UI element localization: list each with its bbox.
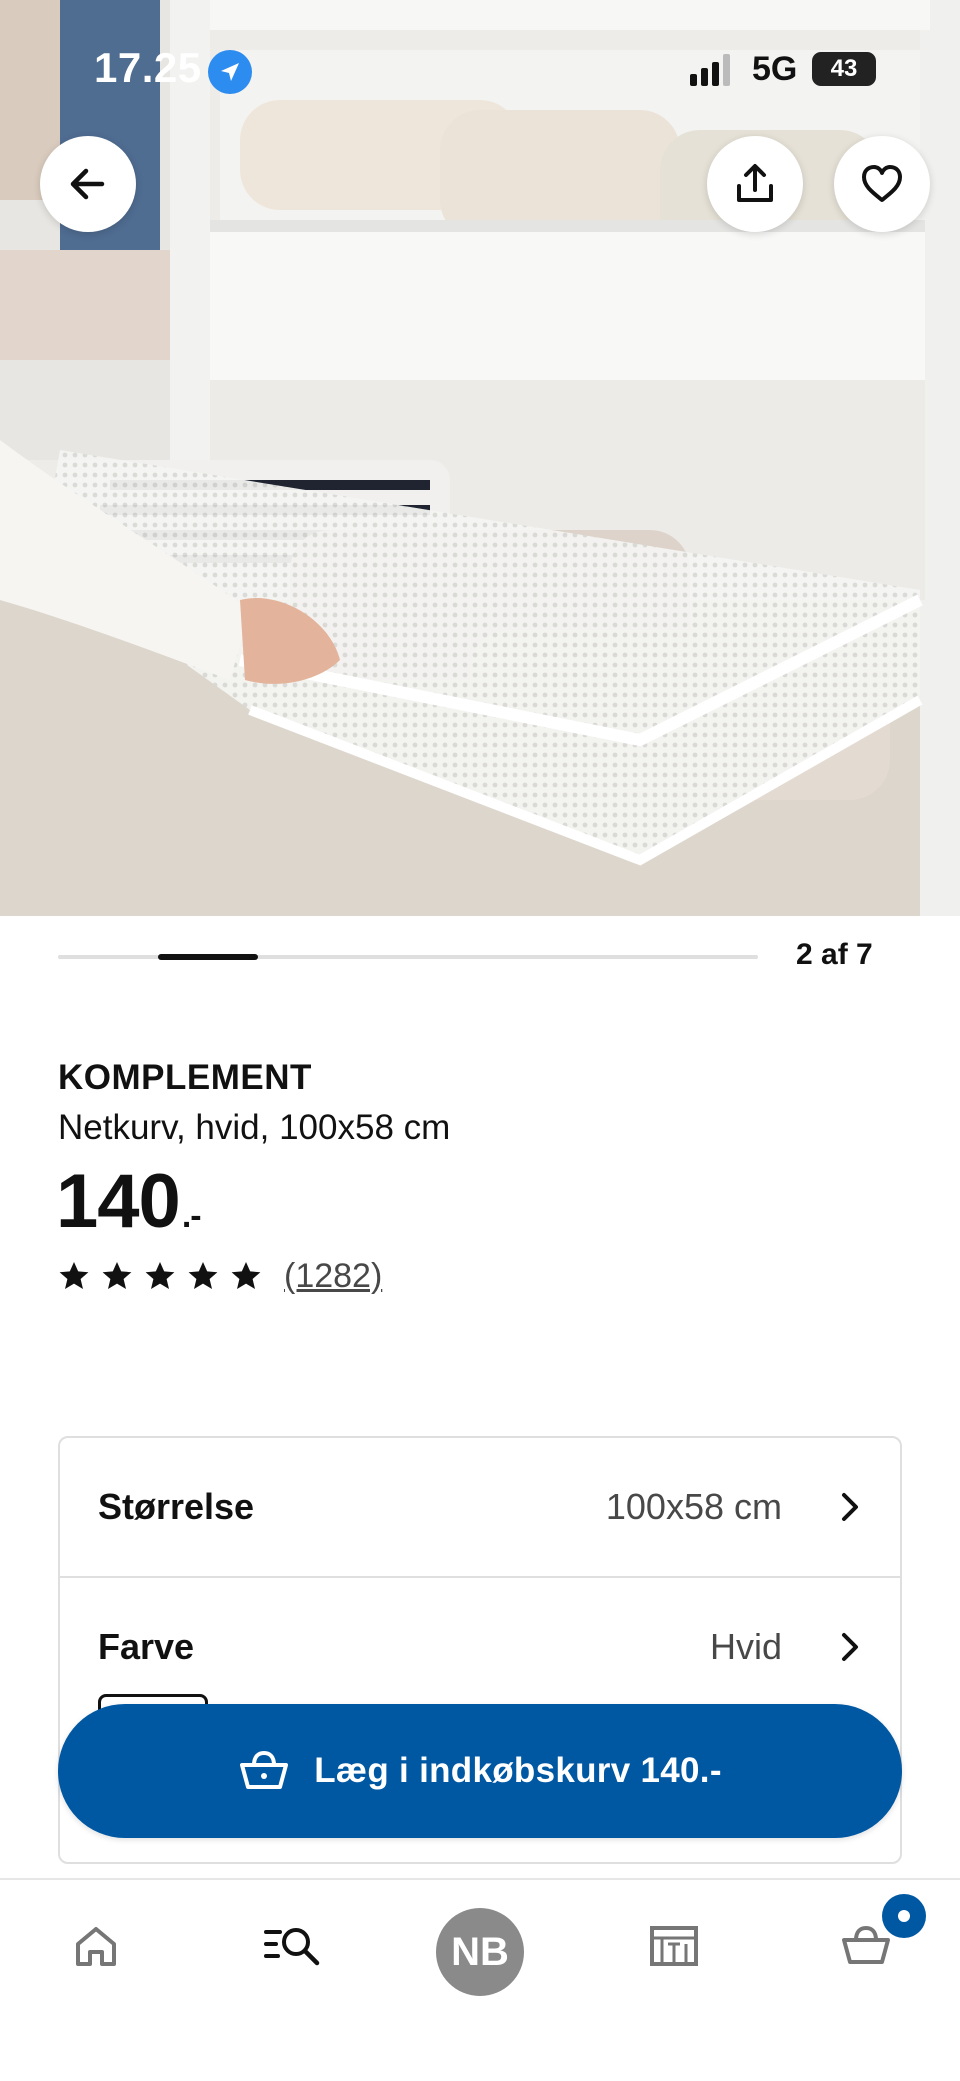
price-value: 140 <box>56 1159 181 1244</box>
cart-icon <box>842 1925 890 1964</box>
review-count-link[interactable]: (1282) <box>284 1257 382 1296</box>
carousel-counter: 2 af 7 <box>796 938 873 971</box>
battery-level: 43 <box>830 55 858 82</box>
chevron-right-icon <box>842 1633 858 1661</box>
bottom-navigation: NB <box>0 1878 960 2081</box>
carousel-progress-indicator <box>158 954 258 960</box>
heart-icon <box>862 165 902 202</box>
product-price: 140.- <box>56 1158 202 1245</box>
star-icon <box>145 1262 175 1289</box>
search-icon <box>264 1928 320 1966</box>
nav-profile[interactable]: NB <box>430 1906 530 1996</box>
nav-home[interactable] <box>46 1906 146 1996</box>
size-option-row[interactable]: Størrelse 100x58 cm <box>60 1438 900 1576</box>
signal-icon <box>690 54 730 86</box>
status-time: 17.25 <box>94 44 202 91</box>
color-label: Farve <box>98 1626 195 1667</box>
profile-avatar: NB <box>436 1908 524 1996</box>
back-button[interactable] <box>40 136 136 232</box>
share-icon <box>737 164 773 202</box>
nav-stores[interactable] <box>622 1906 722 1996</box>
carousel-progress <box>58 954 758 960</box>
product-image[interactable]: 17.25 5G 43 <box>0 0 960 916</box>
battery-icon: 43 <box>812 52 876 86</box>
cart-badge-dot <box>898 1910 910 1922</box>
chevron-right-icon <box>842 1493 858 1521</box>
color-value: Hvid <box>709 1626 782 1667</box>
status-bar: 17.25 5G 43 <box>0 0 960 140</box>
star-icon <box>102 1262 132 1289</box>
nav-cart[interactable] <box>814 1894 926 1996</box>
add-to-cart-button[interactable]: Læg i indkøbskurv 140.- <box>58 1704 902 1838</box>
cart-badge <box>882 1894 926 1938</box>
favorite-button[interactable] <box>834 136 930 232</box>
size-value: 100x58 cm <box>605 1486 782 1527</box>
rating-row[interactable]: (1282) <box>58 1256 382 1296</box>
share-button[interactable] <box>707 136 803 232</box>
price-suffix: .- <box>181 1197 202 1235</box>
rating-stars <box>58 1260 273 1292</box>
nav-search[interactable] <box>238 1906 338 1996</box>
basket-icon <box>240 1750 289 1789</box>
home-icon <box>76 1927 116 1966</box>
star-icon <box>231 1262 261 1289</box>
network-label: 5G <box>752 50 798 88</box>
star-icon <box>59 1262 89 1289</box>
add-to-cart-label: Læg i indkøbskurv 140.- <box>314 1751 722 1790</box>
product-name: KOMPLEMENT <box>58 1058 312 1097</box>
product-description: Netkurv, hvid, 100x58 cm <box>58 1108 451 1147</box>
star-icon <box>188 1262 218 1289</box>
arrow-left-icon <box>70 168 105 200</box>
store-icon <box>650 1926 698 1966</box>
location-arrow-icon <box>208 50 252 94</box>
size-label: Størrelse <box>98 1486 255 1527</box>
